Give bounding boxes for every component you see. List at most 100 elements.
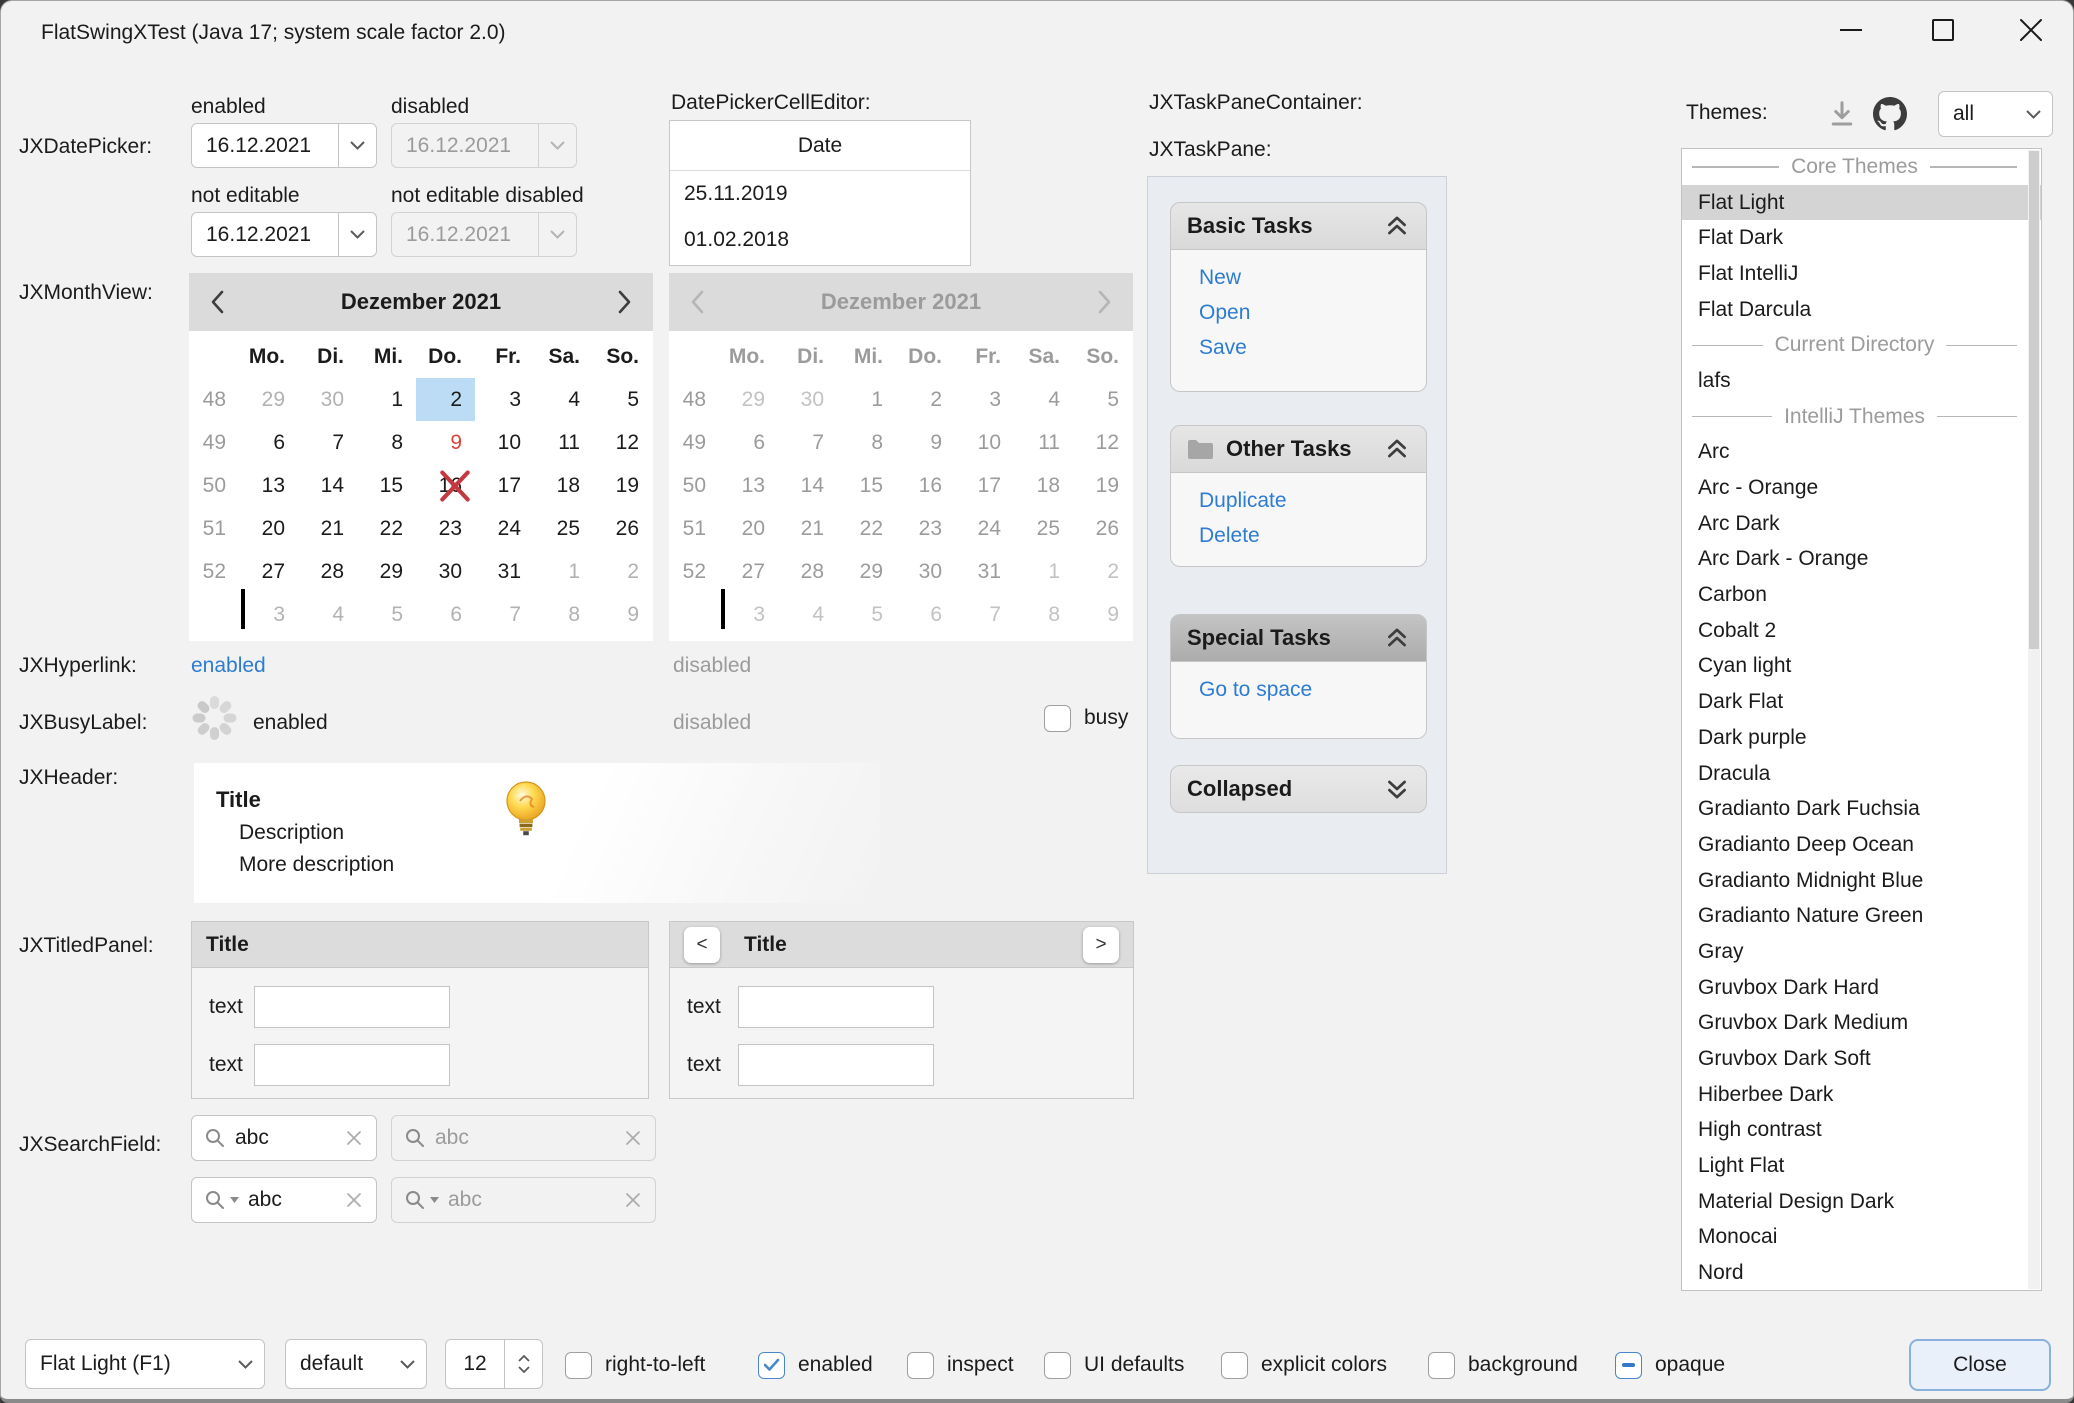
day-cell[interactable]: 22 bbox=[357, 507, 416, 550]
search-value[interactable]: abc bbox=[235, 1126, 335, 1150]
theme-item[interactable]: Flat Darcula bbox=[1682, 292, 2041, 328]
day-cell[interactable]: 7 bbox=[298, 421, 357, 464]
prev-button[interactable]: < bbox=[684, 927, 720, 963]
day-cell[interactable]: 19 bbox=[593, 464, 652, 507]
theme-item[interactable]: Gradianto Midnight Blue bbox=[1682, 863, 2041, 899]
theme-item[interactable]: Flat Light bbox=[1682, 185, 2041, 221]
searchfield-dropdown-enabled[interactable]: abc bbox=[191, 1177, 377, 1223]
day-cell[interactable]: 13 bbox=[239, 464, 298, 507]
task-link[interactable]: Save bbox=[1199, 336, 1426, 360]
themes-filter-combobox[interactable]: all bbox=[1938, 91, 2053, 137]
scale-combobox[interactable]: default bbox=[285, 1339, 427, 1389]
download-icon[interactable] bbox=[1827, 99, 1857, 129]
checkbox-background[interactable]: background bbox=[1428, 1350, 1578, 1380]
day-cell[interactable]: 26 bbox=[593, 507, 652, 550]
theme-item[interactable]: Arc bbox=[1682, 435, 2041, 471]
table-column-header[interactable]: Date bbox=[670, 121, 970, 171]
theme-item[interactable]: Gruvbox Dark Hard bbox=[1682, 970, 2041, 1006]
day-cell[interactable]: 17 bbox=[475, 464, 534, 507]
github-icon[interactable] bbox=[1873, 97, 1907, 131]
theme-item[interactable]: Cobalt 2 bbox=[1682, 613, 2041, 649]
font-size-spinner[interactable]: 12 bbox=[445, 1339, 543, 1389]
search-value[interactable]: abc bbox=[248, 1188, 335, 1212]
theme-item[interactable]: Carbon bbox=[1682, 577, 2041, 613]
theme-item[interactable]: Gradianto Deep Ocean bbox=[1682, 827, 2041, 863]
text-input[interactable] bbox=[254, 1044, 450, 1086]
day-cell[interactable]: 5 bbox=[357, 593, 416, 636]
day-cell[interactable]: 6 bbox=[416, 593, 475, 636]
theme-item[interactable]: High contrast bbox=[1682, 1113, 2041, 1149]
day-cell[interactable]: 3 bbox=[475, 378, 534, 421]
day-cell[interactable]: 1 bbox=[357, 378, 416, 421]
checkbox-opaque[interactable]: opaque bbox=[1615, 1350, 1725, 1380]
text-input[interactable] bbox=[254, 986, 450, 1028]
task-link[interactable]: Delete bbox=[1199, 524, 1426, 548]
maximize-button[interactable] bbox=[1910, 7, 1976, 53]
day-cell[interactable]: 30 bbox=[416, 550, 475, 593]
theme-item[interactable]: Gradianto Dark Fuchsia bbox=[1682, 791, 2041, 827]
close-window-button[interactable] bbox=[1998, 7, 2064, 53]
checkbox-right-to-left[interactable]: right-to-left bbox=[565, 1350, 705, 1380]
chevron-down-icon[interactable] bbox=[338, 124, 376, 167]
busy-checkbox[interactable]: busy bbox=[1044, 703, 1128, 733]
taskpane-header[interactable]: Special Tasks bbox=[1170, 614, 1427, 662]
day-cell[interactable]: 27 bbox=[239, 550, 298, 593]
day-cell[interactable]: 20 bbox=[239, 507, 298, 550]
day-cell[interactable]: 28 bbox=[298, 550, 357, 593]
theme-item[interactable]: Arc Dark - Orange bbox=[1682, 542, 2041, 578]
theme-item[interactable]: Monocai bbox=[1682, 1220, 2041, 1256]
theme-item[interactable]: lafs bbox=[1682, 363, 2041, 399]
text-input[interactable] bbox=[738, 1044, 934, 1086]
day-cell[interactable]: 5 bbox=[593, 378, 652, 421]
theme-item[interactable]: Light Flat bbox=[1682, 1148, 2041, 1184]
day-cell[interactable]: 23 bbox=[416, 507, 475, 550]
task-link[interactable]: Go to space bbox=[1199, 678, 1426, 702]
day-cell[interactable]: 21 bbox=[298, 507, 357, 550]
theme-item[interactable]: Nord bbox=[1682, 1255, 2041, 1291]
day-cell[interactable]: 11 bbox=[534, 421, 593, 464]
theme-item[interactable]: Arc - Orange bbox=[1682, 470, 2041, 506]
day-cell[interactable]: 8 bbox=[534, 593, 593, 636]
day-cell[interactable]: 16 bbox=[416, 464, 475, 507]
datepicker-enabled[interactable]: 16.12.2021 bbox=[191, 123, 377, 168]
table-row[interactable]: 25.11.2019 bbox=[670, 171, 970, 217]
day-cell[interactable]: 6 bbox=[239, 421, 298, 464]
close-button[interactable]: Close bbox=[1909, 1339, 2051, 1391]
theme-item[interactable]: Dracula bbox=[1682, 756, 2041, 792]
taskpane-header[interactable]: Collapsed bbox=[1170, 765, 1427, 813]
collapse-icon[interactable] bbox=[1384, 213, 1410, 239]
prev-month-icon[interactable] bbox=[209, 289, 225, 315]
day-cell[interactable]: 24 bbox=[475, 507, 534, 550]
theme-item[interactable]: Flat IntelliJ bbox=[1682, 256, 2041, 292]
checkbox-explicit-colors[interactable]: explicit colors bbox=[1221, 1350, 1387, 1380]
day-cell[interactable]: 31 bbox=[475, 550, 534, 593]
scrollbar-thumb[interactable] bbox=[2029, 151, 2039, 649]
next-button[interactable]: > bbox=[1083, 927, 1119, 963]
theme-item[interactable]: Hiberbee Dark bbox=[1682, 1077, 2041, 1113]
day-cell[interactable]: 4 bbox=[534, 378, 593, 421]
next-month-icon[interactable] bbox=[617, 289, 633, 315]
theme-item[interactable]: Gruvbox Dark Medium bbox=[1682, 1006, 2041, 1042]
chevron-down-icon[interactable] bbox=[338, 213, 376, 256]
table-row[interactable]: 01.02.2018 bbox=[670, 217, 970, 263]
searchfield-enabled[interactable]: abc bbox=[191, 1115, 377, 1161]
day-cell[interactable]: 8 bbox=[357, 421, 416, 464]
taskpane-header[interactable]: Other Tasks bbox=[1170, 425, 1427, 473]
theme-item[interactable]: Dark purple bbox=[1682, 720, 2041, 756]
checkbox-enabled[interactable]: enabled bbox=[758, 1350, 873, 1380]
clear-icon[interactable] bbox=[344, 1128, 364, 1148]
day-cell[interactable]: 2 bbox=[593, 550, 652, 593]
day-cell[interactable]: 29 bbox=[239, 378, 298, 421]
theme-item[interactable]: Dark Flat bbox=[1682, 684, 2041, 720]
minimize-button[interactable] bbox=[1818, 7, 1884, 53]
theme-item[interactable]: Gruvbox Dark Soft bbox=[1682, 1041, 2041, 1077]
day-cell[interactable]: 25 bbox=[534, 507, 593, 550]
day-cell[interactable]: 30 bbox=[298, 378, 357, 421]
collapse-icon[interactable] bbox=[1384, 625, 1410, 651]
laf-combobox[interactable]: Flat Light (F1) bbox=[25, 1339, 265, 1389]
scrollbar-track[interactable] bbox=[2028, 150, 2040, 1289]
task-link[interactable]: Open bbox=[1199, 301, 1426, 325]
day-cell[interactable]: 9 bbox=[416, 421, 475, 464]
expand-icon[interactable] bbox=[1384, 776, 1410, 802]
hyperlink-enabled[interactable]: enabled bbox=[191, 654, 266, 678]
